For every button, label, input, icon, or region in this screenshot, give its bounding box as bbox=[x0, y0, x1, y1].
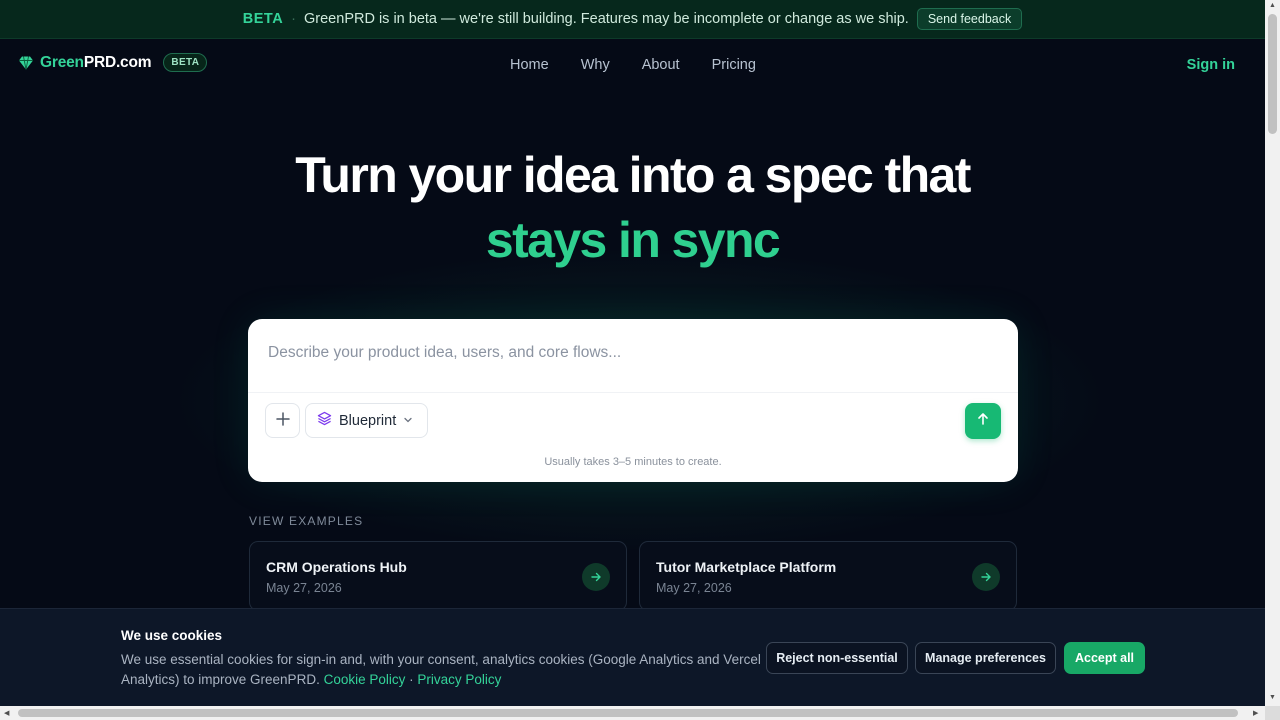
logo-beta-badge: BETA bbox=[163, 53, 208, 72]
accept-all-button[interactable]: Accept all bbox=[1064, 642, 1145, 674]
nav-why[interactable]: Why bbox=[581, 57, 610, 73]
cookie-banner: We use cookies We use essential cookies … bbox=[0, 608, 1265, 706]
example-date: May 27, 2026 bbox=[656, 581, 732, 595]
example-date: May 27, 2026 bbox=[266, 581, 342, 595]
cookie-title: We use cookies bbox=[121, 628, 223, 643]
scroll-left-icon[interactable]: ◀ bbox=[4, 709, 9, 717]
example-title: CRM Operations Hub bbox=[266, 559, 407, 575]
scrollbar-corner bbox=[1265, 706, 1280, 720]
example-card[interactable]: CRM Operations Hub May 27, 2026 bbox=[249, 541, 627, 611]
submit-button[interactable] bbox=[965, 403, 1001, 439]
layers-icon bbox=[317, 411, 332, 430]
mode-selector[interactable]: Blueprint bbox=[305, 403, 428, 438]
arrow-right-icon bbox=[582, 563, 610, 591]
nav-menu: Home Why About Pricing bbox=[510, 57, 756, 73]
beta-tag: BETA bbox=[242, 11, 284, 27]
logo-text: GreenPRD.com bbox=[40, 53, 152, 71]
nav-pricing[interactable]: Pricing bbox=[712, 57, 756, 73]
manage-preferences-button[interactable]: Manage preferences bbox=[915, 642, 1056, 674]
mode-label: Blueprint bbox=[339, 412, 397, 429]
nav-home[interactable]: Home bbox=[510, 57, 549, 73]
vertical-scroll-thumb[interactable] bbox=[1268, 14, 1277, 134]
beta-banner: BETA · GreenPRD is in beta — we're still… bbox=[0, 0, 1265, 39]
logo[interactable]: GreenPRD.com BETA bbox=[18, 53, 208, 72]
examples-label: VIEW EXAMPLES bbox=[249, 514, 364, 528]
example-title: Tutor Marketplace Platform bbox=[656, 559, 837, 575]
prompt-input[interactable]: Describe your product idea, users, and c… bbox=[268, 344, 621, 362]
hero-title-line2: stays in sync bbox=[485, 212, 781, 268]
scroll-up-icon[interactable]: ▲ bbox=[1269, 2, 1276, 9]
example-card[interactable]: Tutor Marketplace Platform May 27, 2026 bbox=[639, 541, 1017, 611]
top-nav: GreenPRD.com BETA Home Why About Pricing… bbox=[0, 39, 1265, 93]
banner-message: GreenPRD is in beta — we're still buildi… bbox=[304, 11, 909, 27]
scroll-right-icon[interactable]: ▶ bbox=[1253, 709, 1258, 717]
sign-in-link[interactable]: Sign in bbox=[1187, 57, 1235, 73]
gem-icon bbox=[18, 55, 34, 71]
reject-cookies-button[interactable]: Reject non-essential bbox=[766, 642, 908, 674]
banner-separator: · bbox=[291, 11, 297, 27]
nav-about[interactable]: About bbox=[642, 57, 680, 73]
vertical-scrollbar[interactable]: ▲ ▼ bbox=[1265, 0, 1280, 720]
plus-icon bbox=[275, 409, 290, 432]
link-separator: · bbox=[405, 672, 418, 687]
horizontal-scroll-thumb[interactable] bbox=[18, 709, 1238, 717]
arrow-right-icon bbox=[972, 563, 1000, 591]
scroll-down-icon[interactable]: ▼ bbox=[1269, 694, 1276, 701]
chevron-down-icon bbox=[403, 413, 413, 429]
add-attachment-button[interactable] bbox=[265, 403, 300, 438]
creation-time-hint: Usually takes 3–5 minutes to create. bbox=[544, 456, 722, 468]
arrow-up-icon bbox=[976, 412, 990, 431]
prompt-box: Describe your product idea, users, and c… bbox=[248, 319, 1018, 482]
prompt-divider bbox=[248, 392, 1018, 393]
cookie-policy-link[interactable]: Cookie Policy bbox=[324, 672, 406, 687]
page: BETA · GreenPRD is in beta — we're still… bbox=[0, 0, 1280, 720]
hero-title-line1: Turn your idea into a spec that bbox=[295, 147, 971, 203]
send-feedback-button[interactable]: Send feedback bbox=[916, 8, 1023, 30]
privacy-policy-link[interactable]: Privacy Policy bbox=[417, 672, 501, 687]
cookie-description: We use essential cookies for sign-in and… bbox=[121, 652, 761, 687]
horizontal-scrollbar[interactable]: ◀ ▶ bbox=[0, 706, 1265, 720]
